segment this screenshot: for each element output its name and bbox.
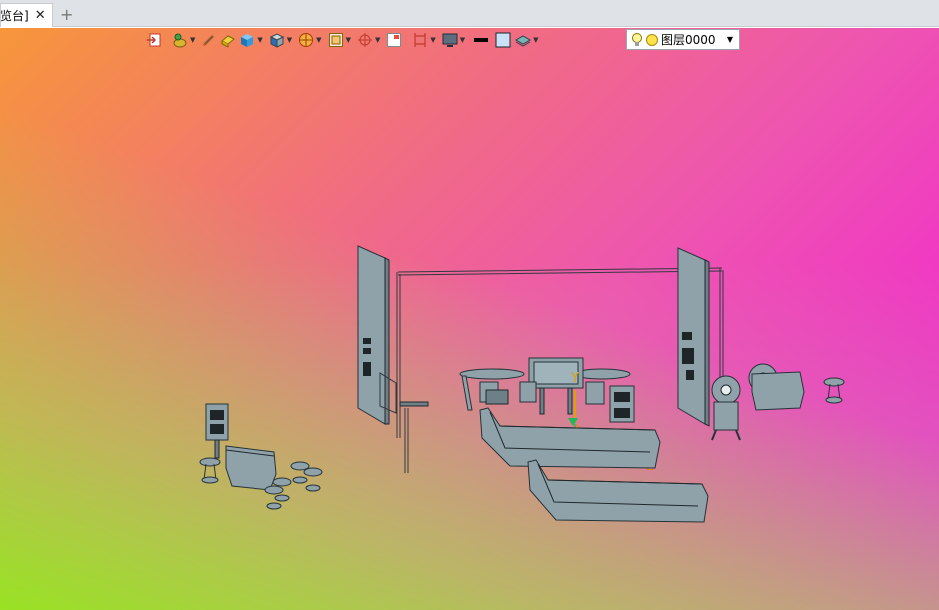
- add-tab-icon[interactable]: +: [60, 5, 73, 24]
- tab-document[interactable]: 览台] ✕: [0, 3, 53, 27]
- close-icon[interactable]: ✕: [35, 9, 46, 22]
- cad-scene[interactable]: Y Z: [0, 28, 939, 610]
- tab-label: 览台]: [0, 9, 29, 23]
- sofa-back: [527, 459, 709, 523]
- document-tab-bar: 览台] ✕ +: [0, 0, 939, 27]
- right-banner: [677, 247, 710, 427]
- left-booth: [199, 403, 323, 510]
- left-banner: [357, 245, 429, 425]
- right-booth: [711, 363, 845, 441]
- axis-y-label: Y: [570, 371, 579, 386]
- 3d-viewport[interactable]: ▼ ▼ ▼ ▼ ▼ ▼ ▼ ▼ ▼ 图层0000 ▼ Y: [0, 28, 939, 610]
